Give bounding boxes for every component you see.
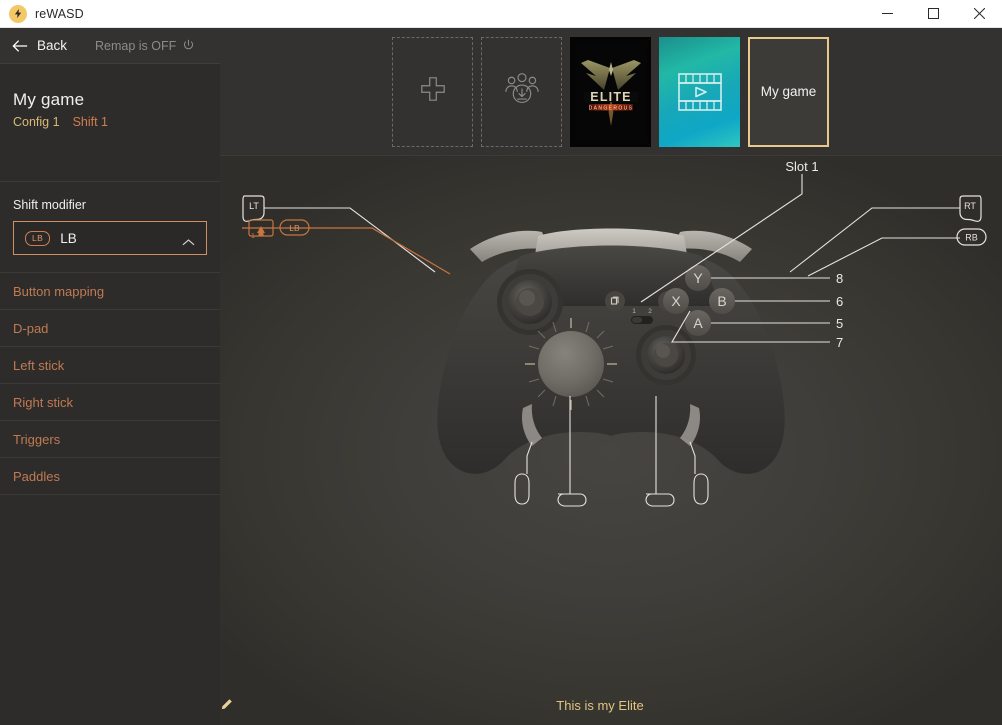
game-profile-tile-elite-dangerous[interactable]: ELITE DANGEROUS <box>570 36 651 147</box>
config-label[interactable]: Config 1 <box>13 115 60 129</box>
rt-button-chip: RT <box>959 195 982 223</box>
sidebar-topbar: Back Remap is OFF <box>0 28 220 64</box>
plus-icon <box>419 75 447 108</box>
game-info-block: My game Config 1 Shift 1 <box>0 64 220 182</box>
sidebar-item-label: Left stick <box>13 357 65 373</box>
mapping-value-y: 8 <box>836 271 843 286</box>
shift-modifier-title: Shift modifier <box>13 198 86 212</box>
sidebar-item-label: Triggers <box>13 431 61 447</box>
sidebar-item-right-stick[interactable]: Right stick <box>0 384 220 421</box>
bolt-icon <box>9 4 27 23</box>
film-play-icon <box>677 71 723 113</box>
community-profiles-tile[interactable] <box>481 36 562 147</box>
back-label: Back <box>37 38 68 53</box>
add-profile-tile[interactable] <box>392 36 473 147</box>
app-body: Back Remap is OFF My game Config 1 Shift… <box>0 28 1002 725</box>
svg-text:RB: RB <box>965 233 978 243</box>
lb-shift-mapping: 1 LB <box>242 219 451 275</box>
main-panel: ELITE DANGEROUS My game 1 2 Y B A X Slot… <box>220 28 1002 725</box>
mapping-value-a: 5 <box>836 316 843 331</box>
video-profile-tile[interactable] <box>659 36 740 147</box>
sidebar-item-label: Button mapping <box>13 283 105 299</box>
sidebar-menu: Button mapping D-pad Left stick Right st… <box>0 272 220 495</box>
sidebar-item-paddles[interactable]: Paddles <box>0 458 220 495</box>
mapping-value-x: 7 <box>836 335 843 350</box>
sidebar-item-label: Paddles <box>13 468 60 484</box>
svg-text:X: X <box>671 293 681 309</box>
remap-status[interactable]: Remap is OFF <box>95 39 195 53</box>
sidebar-item-left-stick[interactable]: Left stick <box>0 347 220 384</box>
back-button[interactable]: Back <box>0 38 67 53</box>
slot-label: Slot 1 <box>785 159 818 174</box>
minimize-button[interactable] <box>864 0 910 28</box>
shift-modifier-chip: LB <box>25 230 51 246</box>
sidebar-item-label: D-pad <box>13 320 49 336</box>
shift-modifier-section: Shift modifier LB LB <box>0 182 220 255</box>
svg-text:B: B <box>717 293 726 309</box>
elite-dangerous-cover: ELITE DANGEROUS <box>575 45 646 138</box>
sidebar-item-button-mapping[interactable]: Button mapping <box>0 273 220 310</box>
pencil-icon[interactable] <box>221 699 666 712</box>
close-button[interactable] <box>956 0 1002 28</box>
window-title: reWASD <box>35 6 84 21</box>
maximize-button[interactable] <box>910 0 956 28</box>
sidebar-item-dpad[interactable]: D-pad <box>0 310 220 347</box>
svg-text:DANGEROUS: DANGEROUS <box>588 105 633 111</box>
profile-tabs: ELITE DANGEROUS My game <box>220 28 1002 156</box>
game-subtitle: Config 1 Shift 1 <box>13 115 220 129</box>
profile-description: This is my Elite <box>556 698 644 713</box>
page-title: My game <box>13 90 85 109</box>
controller-diagram: 1 2 Y B A X Slot 1 LT RT RB 1 LB 8 6 5 7 <box>242 159 987 507</box>
remap-label: Remap is OFF <box>95 38 177 53</box>
slot-switch-right: 2 <box>648 308 652 315</box>
shift-modifier-dropdown[interactable]: LB LB <box>13 221 207 255</box>
community-download-icon <box>503 71 541 112</box>
svg-text:LB: LB <box>289 223 300 233</box>
slot-switch-left: 1 <box>632 308 636 315</box>
profile-tile-my-game-selected[interactable]: My game <box>748 36 829 147</box>
svg-text:Y: Y <box>693 270 703 286</box>
sidebar-item-triggers[interactable]: Triggers <box>0 421 220 458</box>
rb-button-chip: RB <box>956 228 987 246</box>
profile-footer: This is my Elite <box>220 698 1002 713</box>
svg-text:RT: RT <box>964 201 976 211</box>
controller-stage: 1 2 Y B A X Slot 1 LT RT RB 1 LB 8 6 5 7… <box>220 156 1002 725</box>
profile-tile-label: My game <box>760 84 817 99</box>
shift-label[interactable]: Shift 1 <box>73 115 108 129</box>
sidebar-item-label: Right stick <box>13 394 73 410</box>
arrow-left-icon <box>12 39 28 53</box>
svg-text:ELITE: ELITE <box>590 90 631 104</box>
window-titlebar: reWASD <box>0 0 1002 28</box>
lt-button-chip: LT <box>242 195 265 223</box>
sidebar: Back Remap is OFF My game Config 1 Shift… <box>0 28 220 725</box>
svg-text:A: A <box>693 315 703 331</box>
svg-text:LT: LT <box>249 201 259 211</box>
power-icon[interactable] <box>182 39 195 52</box>
chevron-up-icon[interactable] <box>182 234 195 245</box>
svg-text:1: 1 <box>251 233 255 240</box>
mapping-value-b: 6 <box>836 294 843 309</box>
shift-modifier-value: LB <box>60 230 77 246</box>
